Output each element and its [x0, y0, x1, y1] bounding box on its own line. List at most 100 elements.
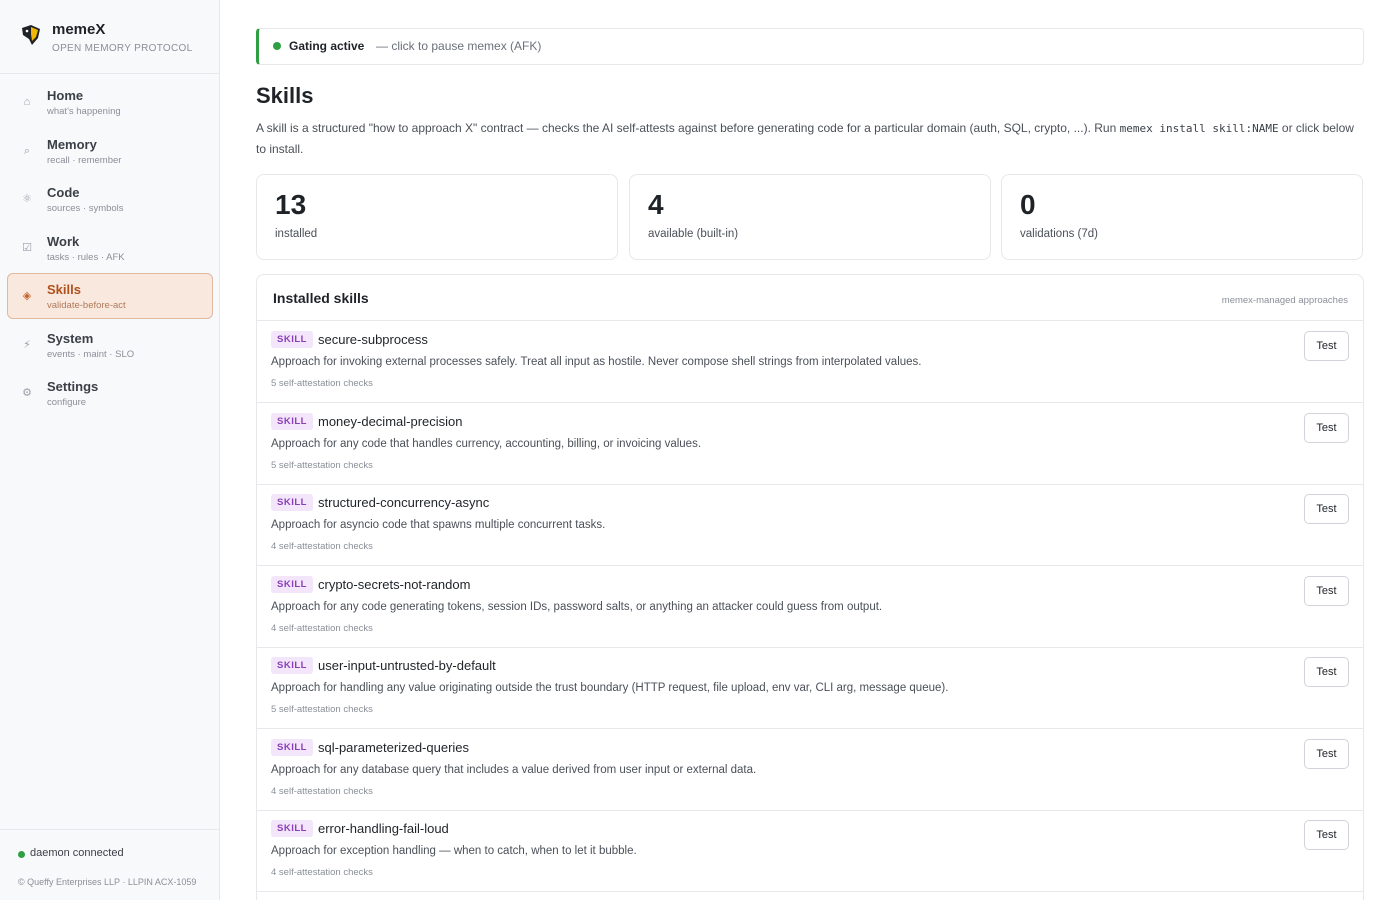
sidebar-item-work[interactable]: ☑ Work tasks · rules · AFK	[7, 225, 213, 271]
atom-icon: ⚛	[22, 193, 32, 205]
stat-label: validations (7d)	[1020, 228, 1098, 240]
skill-name: crypto-secrets-not-random	[318, 576, 471, 592]
sidebar-item-skills[interactable]: ◈ Skills validate-before-act	[7, 273, 213, 319]
sidebar-item-subtitle: validate-before-act	[47, 300, 126, 311]
skill-checks-count: 5 self-attestation checks	[271, 378, 373, 389]
skill-badge: SKILL	[271, 657, 313, 674]
skill-description: Approach for asyncio code that spawns mu…	[271, 519, 606, 531]
memex-logo-icon	[22, 25, 40, 45]
skill-name: sql-parameterized-queries	[318, 739, 470, 755]
sidebar-item-label: Settings	[47, 379, 99, 394]
skill-badge: SKILL	[271, 412, 313, 430]
main-content: Gating active — click to pause memex (AF…	[256, 0, 1364, 900]
test-skill-button[interactable]: Test	[1304, 738, 1349, 769]
sidebar-item-home[interactable]: ⌂ Home what's happening	[7, 79, 213, 125]
skill-badge: SKILL	[271, 331, 313, 348]
home-icon: ⌂	[23, 96, 31, 108]
sidebar-item-label: Work	[47, 233, 80, 249]
bolt-icon: ⚡	[23, 338, 31, 351]
gating-status-dot	[273, 42, 281, 50]
panel-title: Installed skills	[273, 290, 369, 306]
test-skill-button[interactable]: Test	[1304, 575, 1349, 606]
skill-checks-count: 5 self-attestation checks	[271, 459, 373, 471]
skill-description: Approach for exception handling — when t…	[271, 845, 637, 857]
brand-name: memeX	[52, 21, 106, 38]
sidebar-item-subtitle: recall · remember	[47, 154, 122, 166]
sidebar-item-system[interactable]: ⚡ System events · maint · SLO	[7, 322, 213, 368]
test-skill-button[interactable]: Test	[1304, 657, 1349, 687]
stat-card-available: 4 available (built-in)	[629, 174, 991, 260]
sidebar-item-subtitle: what's happening	[47, 106, 121, 117]
sidebar-item-subtitle: sources · symbols	[47, 203, 124, 214]
sidebar-item-label: System	[47, 330, 94, 346]
skill-badge: SKILL	[271, 494, 313, 511]
sidebar-item-subtitle: configure	[47, 397, 87, 408]
panel-note: memex-managed approaches	[1221, 295, 1348, 306]
skill-badge: SKILL	[271, 575, 313, 593]
skill-description: Approach for any database query that inc…	[271, 763, 757, 776]
test-skill-button[interactable]: Test	[1304, 331, 1349, 361]
skill-description: Approach for handling any value originat…	[271, 682, 949, 694]
search-icon: ⌕	[23, 144, 31, 157]
brand: memeX OPEN MEMORY PROTOCOL	[0, 0, 219, 74]
connection-status: daemon connected	[30, 847, 124, 859]
sidebar-item-subtitle: events · maint · SLO	[47, 348, 135, 360]
gear-icon: ⚙	[22, 387, 32, 399]
skill-badge: SKILL	[271, 738, 313, 756]
skill-badge: SKILL	[271, 820, 313, 837]
installed-skills-panel: Installed skills memex-managed approache…	[256, 274, 1364, 900]
skill-name: structured-concurrency-async	[318, 495, 490, 510]
skill-row: SKILL crypto-secrets-not-random Approach f…	[257, 566, 1363, 648]
copyright: © Queffy Enterprises LLP · LLPIN ACX-105…	[18, 877, 197, 887]
skill-row: SKILL user-input-untrusted-by-default Appr…	[257, 647, 1363, 729]
skill-description: Approach for any code that handles curre…	[271, 437, 702, 450]
skill-checks-count: 4 self-attestation checks	[271, 541, 373, 552]
test-skill-button[interactable]: Test	[1304, 412, 1349, 443]
skill-name: error-handling-fail-loud	[318, 821, 449, 836]
skill-checks-count: 4 self-attestation checks	[271, 867, 373, 878]
gating-banner[interactable]: Gating active — click to pause memex (AF…	[256, 28, 1364, 65]
test-skill-button[interactable]: Test	[1304, 494, 1349, 524]
skill-description: Approach for invoking external processes…	[271, 356, 922, 368]
skill-name: secure-subprocess	[318, 332, 428, 347]
stat-card-installed: 13 installed	[256, 174, 618, 260]
skill-name: money-decimal-precision	[318, 413, 463, 429]
skill-row: SKILL secure-subprocess Approach for invok…	[257, 321, 1363, 403]
stat-value: 0	[1020, 189, 1036, 220]
stat-label: installed	[275, 228, 318, 240]
sidebar-item-label: Code	[47, 185, 80, 200]
skill-name: user-input-untrusted-by-default	[318, 658, 496, 673]
page-description-text: A skill is a structured "how to approach…	[256, 121, 1120, 135]
sidebar-item-code[interactable]: ⚛ Code sources · symbols	[7, 176, 213, 222]
skill-row: SKILL money-decimal-precision Approach for…	[257, 403, 1363, 485]
gating-title: Gating active	[289, 39, 365, 53]
test-skill-button[interactable]: Test	[1304, 820, 1349, 850]
sidebar-item-subtitle: tasks · rules · AFK	[47, 251, 125, 263]
connection-status-dot	[18, 851, 25, 858]
stat-value: 13	[275, 189, 307, 220]
stat-label: available (built-in)	[648, 228, 739, 240]
panel-header: Installed skills memex-managed approache…	[257, 275, 1363, 321]
skill-row: SKILL structured-concurrency-async Approac…	[257, 484, 1363, 566]
sidebar-item-label: Skills	[47, 282, 81, 297]
skill-checks-count: 4 self-attestation checks	[271, 622, 373, 634]
gating-hint: — click to pause memex (AFK)	[376, 39, 542, 53]
checkbox-icon: ☑	[22, 241, 32, 254]
stat-card-validations: 0 validations (7d)	[1001, 174, 1363, 260]
brand-subtitle: OPEN MEMORY PROTOCOL	[52, 43, 193, 54]
sidebar-item-memory[interactable]: ⌕ Memory recall · remember	[7, 128, 213, 174]
page-description: A skill is a structured "how to approach…	[256, 118, 1364, 159]
page-title: Skills	[256, 83, 314, 108]
skill-checks-count: 4 self-attestation checks	[271, 785, 373, 797]
stat-value: 4	[648, 189, 664, 220]
skill-row: SKILL sql-parameterized-queries Approach f…	[257, 729, 1363, 811]
sidebar-item-label: Home	[47, 88, 84, 103]
diamond-icon: ◈	[22, 290, 32, 302]
sidebar: memeX OPEN MEMORY PROTOCOL ⌂ Home what's h…	[0, 0, 220, 900]
sidebar-item-settings[interactable]: ⚙ Settings configure	[7, 370, 213, 416]
skill-description: Approach for any code generating tokens,…	[271, 600, 883, 613]
sidebar-item-label: Memory	[47, 136, 97, 152]
skill-checks-count: 5 self-attestation checks	[271, 704, 373, 715]
sidebar-footer: daemon connected © Queffy Enterprises LL…	[0, 829, 219, 900]
skill-row: SKILL error-handling-fail-loud Approach fo…	[257, 810, 1363, 892]
